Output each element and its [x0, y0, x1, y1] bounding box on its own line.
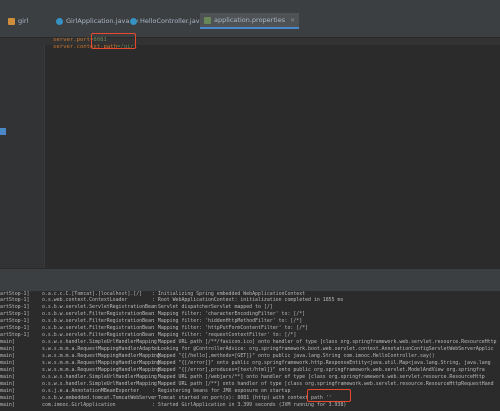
property-key: server.port: [53, 37, 91, 43]
properties-file-icon: [204, 16, 211, 24]
highlight-box: [307, 389, 351, 402]
log-line: main] o.s.w.s.handler.SimpleUrlHandlerMap…: [0, 381, 494, 387]
log-line: artStop-1] o.s.b.w.servlet.FilterRegistra…: [0, 311, 306, 317]
tab-label: HelloController.java: [140, 17, 204, 25]
log-line: main] o.s.w.s.handler.SimpleUrlHandlerMap…: [0, 339, 497, 345]
line-number-gutter: [0, 38, 45, 268]
tab-label: girl: [18, 17, 29, 25]
run-console-header: [0, 268, 500, 292]
log-line: main] o.s.w.s.handler.SimpleUrlHandlerMap…: [0, 374, 485, 380]
log-line: artStop-1] o.s.b.w.servlet.FilterRegistra…: [0, 318, 303, 324]
folder-icon: [8, 17, 15, 25]
tab-girl[interactable]: girl: [8, 14, 28, 28]
log-line: main] s.w.s.m.m.a.RequestMappingHandlerMa…: [0, 367, 485, 373]
java-class-icon: [130, 17, 137, 25]
log-line: artStop-1] o.s.b.w.servlet.ServletRegistr…: [0, 304, 273, 310]
tab-girlapplication-java[interactable]: GirlApplication.java ✕: [56, 14, 139, 28]
tab-label: application.properties: [214, 16, 286, 24]
highlight-box: [91, 33, 136, 49]
log-line: main] com.imooc.GirlApplication: Started …: [0, 402, 347, 408]
tab-application-properties[interactable]: application.properties ✕: [200, 13, 300, 29]
log-line: main] o.s.b.w.embedded.tomcat.TomcatWebSe…: [0, 395, 332, 401]
log-line: main] s.w.s.m.m.a.RequestMappingHandlerAd…: [0, 346, 494, 352]
log-line: artStop-1] o.s.web.context.ContextLoader:…: [0, 297, 344, 303]
run-console[interactable]: artStop-1] o.a.c.c.C.[Tomcat].[localhost]…: [0, 291, 500, 411]
log-line: main] o.s.j.e.a.AnnotationMBeanExporter: …: [0, 388, 291, 394]
log-line: artStop-1] o.s.b.w.servlet.FilterRegistra…: [0, 325, 309, 331]
log-line: main] s.w.s.m.m.a.RequestMappingHandlerMa…: [0, 353, 435, 359]
gutter-marker: [0, 128, 6, 135]
editor-tab-bar: girl GirlApplication.java ✕ HelloControl…: [0, 0, 500, 38]
log-line: main] s.w.s.m.m.a.RequestMappingHandlerMa…: [0, 360, 491, 366]
close-icon[interactable]: ✕: [290, 17, 295, 24]
tab-label: GirlApplication.java: [66, 17, 130, 25]
log-line: artStop-1] o.s.b.w.servlet.FilterRegistra…: [0, 332, 297, 338]
code-editor[interactable]: server.port=8081 server.context-path=/gi…: [0, 33, 500, 268]
java-class-icon: [56, 17, 63, 25]
